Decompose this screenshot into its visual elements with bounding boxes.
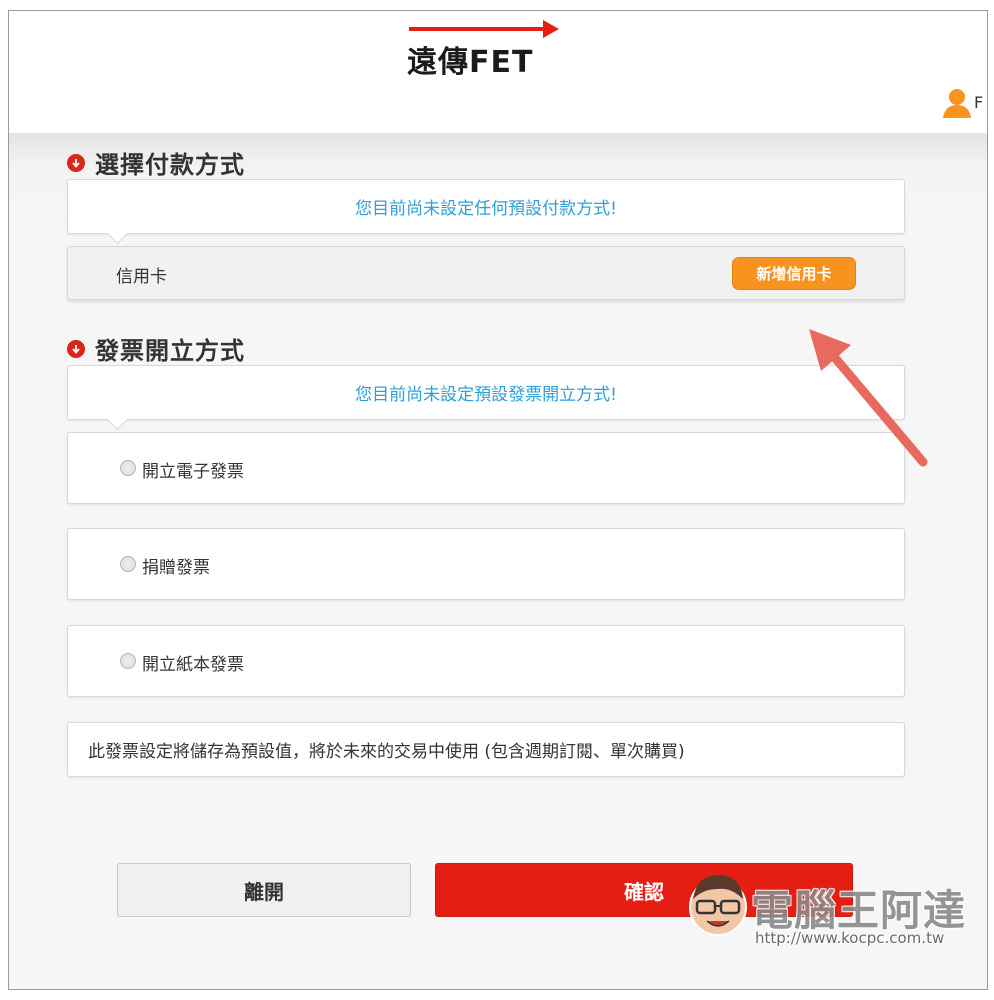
- invoice-default-note: 此發票設定將儲存為預設值，將於未來的交易中使用 (包含週期訂閱、單次購買): [67, 722, 905, 777]
- mascot-face-icon: [689, 875, 747, 936]
- arrow-down-circle-icon: [67, 339, 85, 358]
- invoice-option-label: 開立電子發票: [142, 462, 244, 482]
- invoice-option-radio[interactable]: [120, 460, 136, 476]
- main-content: 選擇付款方式 您目前尚未設定任何預設付款方式! 信用卡 新增信用卡 發票開立方式…: [9, 133, 987, 989]
- invoice-notice: 您目前尚未設定預設發票開立方式!: [67, 365, 905, 420]
- annotation-arrow-icon: [809, 329, 928, 467]
- add-credit-card-button[interactable]: 新增信用卡: [732, 257, 856, 290]
- payment-method-credit-card: 信用卡 新增信用卡: [67, 246, 905, 300]
- invoice-option-paper[interactable]: 開立紙本發票: [67, 625, 905, 697]
- leave-button[interactable]: 離開: [117, 863, 411, 917]
- invoice-section-title: 發票開立方式: [67, 331, 245, 366]
- invoice-section-title-text: 發票開立方式: [95, 337, 245, 365]
- invoice-option-donate[interactable]: 捐贈發票: [67, 528, 905, 600]
- invoice-option-label: 捐贈發票: [142, 558, 210, 578]
- credit-card-label: 信用卡: [116, 267, 167, 287]
- payment-section-title-text: 選擇付款方式: [95, 151, 245, 179]
- invoice-option-electronic[interactable]: 開立電子發票: [67, 432, 905, 504]
- payment-notice: 您目前尚未設定任何預設付款方式!: [67, 179, 905, 234]
- watermark-url: http://www.kocpc.com.tw: [755, 929, 945, 947]
- logo-text: 遠傳FET: [407, 45, 534, 80]
- payment-section-title: 選擇付款方式: [67, 145, 245, 180]
- invoice-option-radio[interactable]: [120, 556, 136, 572]
- invoice-option-label: 開立紙本發票: [142, 655, 244, 675]
- browser-frame: 遠傳FET F 選擇付款方式 您目前尚未設定任何預設付款方式! 信用卡 新增信用…: [8, 10, 988, 990]
- user-menu[interactable]: F: [942, 87, 987, 123]
- user-initial: F: [974, 93, 984, 112]
- invoice-option-radio[interactable]: [120, 653, 136, 669]
- user-icon: [943, 89, 971, 118]
- fet-logo[interactable]: 遠傳FET: [407, 19, 567, 80]
- watermark: 電腦王阿達 http://www.kocpc.com.tw: [685, 869, 975, 955]
- site-header: 遠傳FET F: [9, 11, 987, 133]
- logo-arrow-icon: [409, 20, 559, 38]
- arrow-down-circle-icon: [67, 153, 85, 172]
